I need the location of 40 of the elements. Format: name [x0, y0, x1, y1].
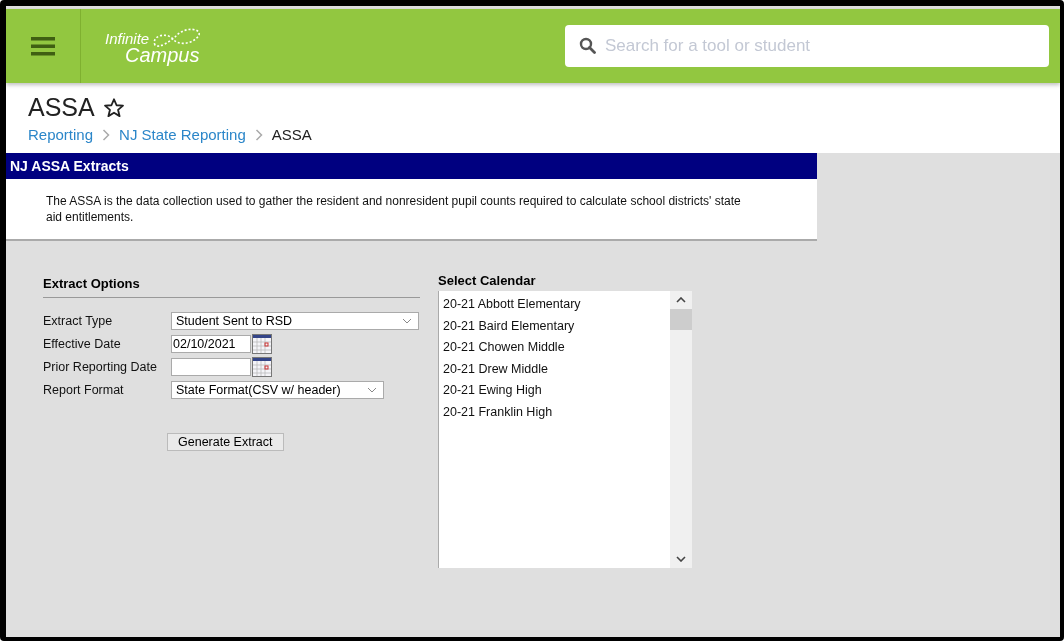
panel-header: NJ ASSA Extracts	[6, 153, 817, 179]
generate-extract-button[interactable]: Generate Extract	[167, 433, 284, 451]
field-label: Prior Reporting Date	[43, 360, 158, 374]
chevron-down-icon[interactable]	[676, 556, 686, 562]
section-heading: Extract Options	[43, 276, 420, 298]
chevron-down-icon	[402, 318, 412, 324]
calendar-icon[interactable]	[252, 357, 272, 377]
chevron-up-icon[interactable]	[676, 297, 686, 303]
dropdown[interactable]: Student Sent to RSD	[171, 312, 419, 330]
field-label: Extract Type	[43, 314, 114, 328]
calendar-option[interactable]: 20-21 Franklin High	[439, 401, 670, 423]
chevron-right-icon	[254, 128, 263, 141]
breadcrumb-current: ASSA	[271, 126, 312, 143]
description-text: The ASSA is the data collection used to gather the resident and nonresident pupil counts required to calculate school districts' state aid entitlements.	[46, 193, 742, 225]
calendar-icon[interactable]	[252, 334, 272, 354]
section-heading: Select Calendar	[438, 273, 537, 288]
page-title: ASSA	[28, 93, 95, 122]
calendar-list[interactable]: 20-21 Abbott Elementary 20-21 Baird Elementary 20-21 Chowen Middle 20-21 Drew Middle 20-21 Ewing High 20-21 Franklin High	[438, 291, 692, 568]
search-field[interactable]: Search for a tool or student	[565, 25, 1049, 67]
calendar-option[interactable]: 20-21 Drew Middle	[439, 358, 670, 380]
logo-text: Infinite	[105, 30, 150, 46]
dropdown[interactable]: State Format(CSV w/ header)	[171, 381, 384, 399]
breadcrumb-link[interactable]: Reporting	[28, 126, 94, 143]
search-icon	[579, 37, 596, 54]
chevron-right-icon	[102, 128, 111, 141]
menu-icon[interactable]	[31, 36, 55, 56]
calendar-option[interactable]: 20-21 Ewing High	[439, 380, 670, 402]
field-label: Effective Date	[43, 337, 122, 351]
date-field[interactable]: 02/10/2021	[171, 335, 251, 353]
chevron-down-icon	[367, 387, 377, 393]
date-field[interactable]	[171, 358, 251, 376]
calendar-option[interactable]: 20-21 Baird Elementary	[439, 315, 670, 337]
scrollbar[interactable]	[670, 291, 692, 568]
breadcrumb-link[interactable]: NJ State Reporting	[119, 126, 246, 143]
logo-text: Campus	[125, 45, 201, 65]
star-icon[interactable]	[102, 96, 125, 119]
calendar-option[interactable]: 20-21 Chowen Middle	[439, 337, 670, 359]
calendar-option[interactable]: 20-21 Abbott Elementary	[439, 294, 670, 316]
field-label: Report Format	[43, 383, 125, 397]
scrollbar-thumb[interactable]	[670, 309, 692, 330]
